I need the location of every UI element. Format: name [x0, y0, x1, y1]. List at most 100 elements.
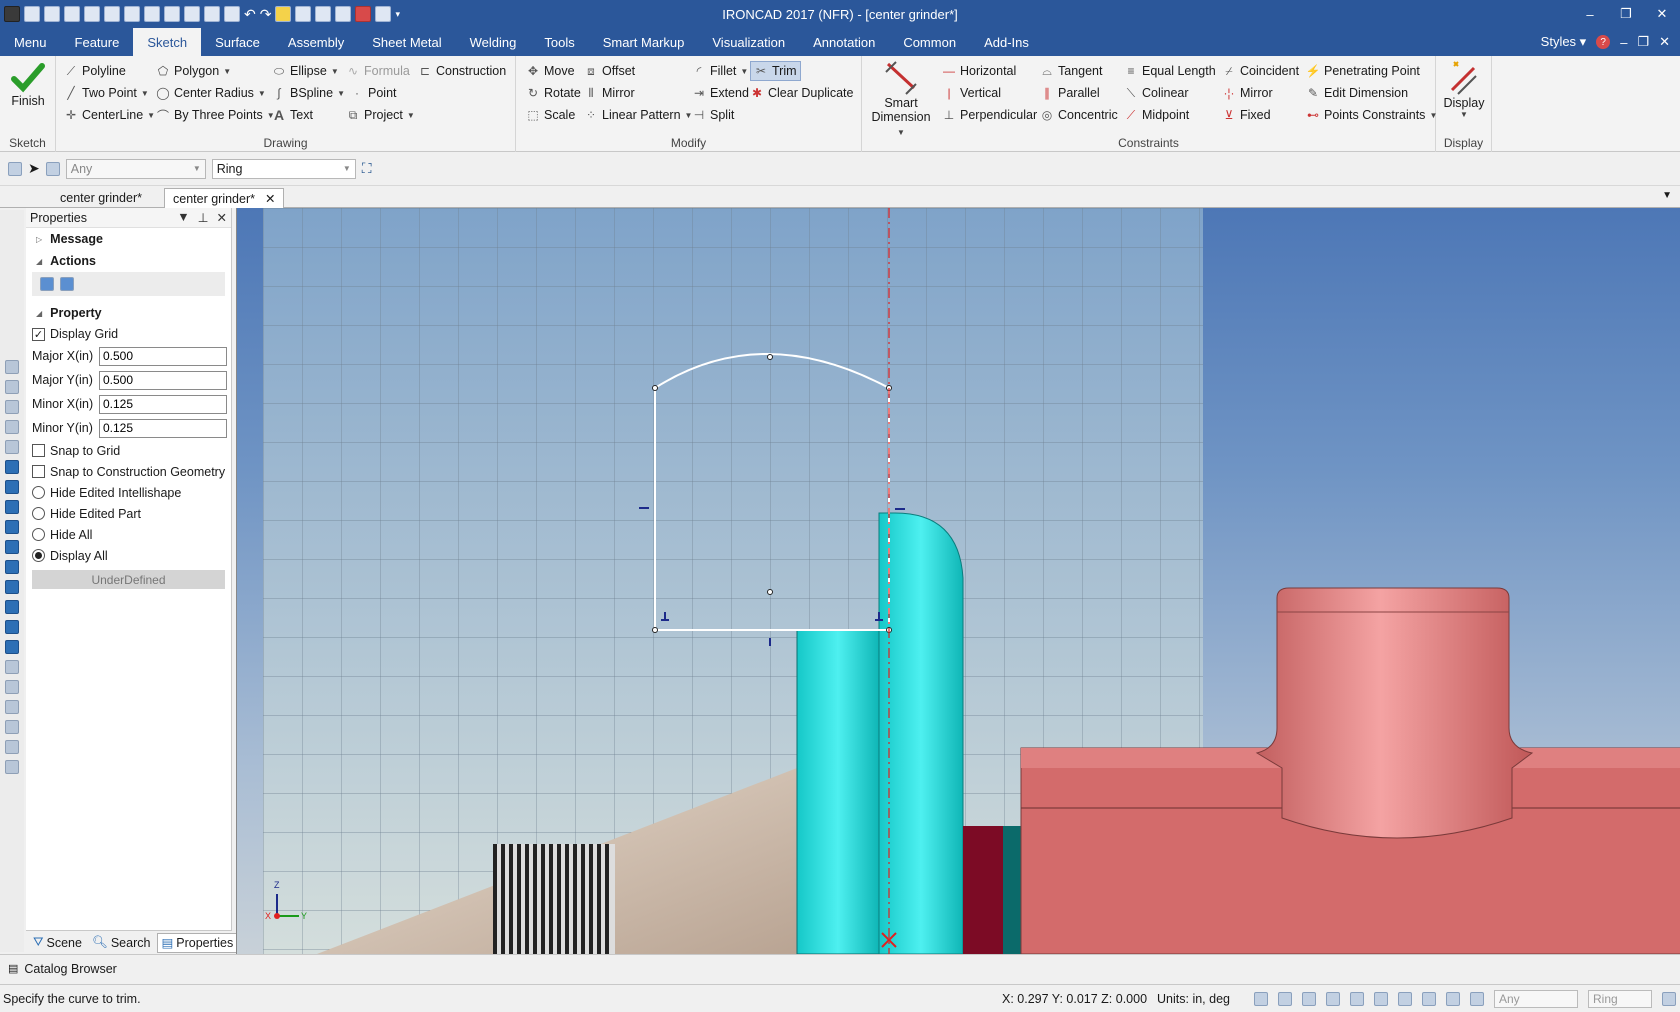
hierarchy-status-icon[interactable] [1662, 991, 1676, 1006]
tab-sketch[interactable]: Sketch [133, 28, 202, 56]
text-button[interactable]: A Text [272, 105, 313, 125]
point-button[interactable]: · Point [350, 83, 397, 103]
new-action-icon[interactable] [60, 277, 74, 291]
view-tool-icon[interactable] [5, 520, 19, 534]
polyline-button[interactable]: ⟋ Polyline [64, 61, 126, 81]
fixed-button[interactable]: ⊻ Fixed [1222, 105, 1271, 125]
help-icon[interactable] [355, 6, 372, 22]
window-icon[interactable] [335, 6, 352, 22]
cut-icon[interactable] [184, 6, 200, 22]
display-grid-checkbox[interactable]: ✓ [32, 327, 45, 341]
mirror-constraint-button[interactable]: ·¦· Mirror [1222, 83, 1272, 103]
catalog-icon[interactable] [104, 6, 120, 22]
tab-menu[interactable]: Menu [0, 28, 61, 56]
minor-y-input[interactable] [99, 418, 227, 438]
major-x-input[interactable] [99, 346, 227, 366]
doc-close-button[interactable]: ✕ [1659, 34, 1670, 50]
status-filter-combo[interactable]: Any [1494, 989, 1578, 1008]
display-style-icon[interactable] [1422, 991, 1436, 1006]
view-tool-icon[interactable] [5, 480, 19, 494]
major-y-input[interactable] [99, 370, 227, 390]
view-tool-icon[interactable] [5, 580, 19, 594]
doc-tab[interactable]: center grinder* [52, 188, 150, 208]
property-section[interactable]: ◢ Property [26, 302, 231, 324]
offset-button[interactable]: ⧈ Offset [584, 61, 635, 81]
hide-edited-intellishape-row[interactable]: Hide Edited Intellishape [26, 482, 231, 503]
scene-canvas[interactable] [237, 208, 1680, 954]
mirror-button[interactable]: ⫴ Mirror [584, 83, 634, 103]
finish-button[interactable]: Finish [8, 62, 48, 108]
undo-icon[interactable]: ↶ [244, 6, 256, 23]
view-tool-icon[interactable] [5, 680, 19, 694]
close-icon[interactable]: ✕ [265, 191, 275, 206]
two-point-button[interactable]: ╱ Two Point ▼ [64, 83, 148, 103]
view-tool-icon[interactable] [5, 600, 19, 614]
midpoint-button[interactable]: ⟋ Midpoint [1124, 105, 1189, 125]
close-doc-icon[interactable] [64, 6, 80, 22]
coincident-button[interactable]: ⌿ Coincident [1222, 61, 1299, 81]
tangent-button[interactable]: ⌓ Tangent [1040, 61, 1102, 81]
help-menu-icon[interactable]: ? [1596, 35, 1611, 49]
tab-common[interactable]: Common [889, 28, 970, 56]
parallel-button[interactable]: ∥ Parallel [1040, 83, 1100, 103]
tab-list-icon[interactable]: ▼ [1662, 190, 1672, 201]
display-all-radio[interactable] [32, 549, 45, 562]
tab-sheet-metal[interactable]: Sheet Metal [358, 28, 455, 56]
view-tool-icon[interactable] [5, 500, 19, 514]
zoom-icon[interactable] [1254, 991, 1268, 1006]
new-file-icon[interactable] [24, 6, 40, 22]
select-part-icon[interactable] [45, 161, 60, 176]
app-logo-icon[interactable] [4, 6, 20, 22]
view-tool-icon[interactable] [5, 460, 19, 474]
select-arrow-icon[interactable]: ➤ [28, 160, 40, 177]
restore-button[interactable]: ❐ [1608, 0, 1644, 28]
hide-all-row[interactable]: Hide All [26, 524, 231, 545]
catalog-browser-bar[interactable]: ▤ Catalog Browser [0, 954, 1680, 982]
save-as-icon[interactable] [164, 6, 180, 22]
display-grid-row[interactable]: ✓ Display Grid [26, 324, 231, 344]
message-section[interactable]: ▷ Message [26, 228, 231, 250]
rotate-button[interactable]: ↻ Rotate [526, 83, 581, 103]
section-icon[interactable] [1446, 991, 1460, 1006]
trim-button[interactable]: ✂ Trim [750, 61, 801, 81]
panel-menu-icon[interactable]: ▼ [177, 210, 189, 225]
hierarchy-icon[interactable]: ⛶ [362, 160, 372, 177]
layout-icon[interactable] [315, 6, 332, 22]
vertical-button[interactable]: | Vertical [942, 83, 1001, 103]
linear-pattern-button[interactable]: ⁘ Linear Pattern ▼ [584, 105, 692, 125]
tab-feature[interactable]: Feature [61, 28, 134, 56]
lighting-icon[interactable] [1374, 991, 1388, 1006]
view-tool-icon[interactable] [5, 720, 19, 734]
centerline-button[interactable]: ✛ CenterLine ▼ [64, 105, 155, 125]
clear-duplicate-button[interactable]: ✱ Clear Duplicate [750, 83, 854, 103]
formula-button[interactable]: ∿ Formula [346, 61, 410, 81]
close-all-icon[interactable] [84, 6, 100, 22]
view-tool-icon[interactable] [5, 380, 19, 394]
edit-dimension-button[interactable]: ✎ Edit Dimension [1306, 83, 1408, 103]
tab-welding[interactable]: Welding [456, 28, 531, 56]
scale-button[interactable]: ⬚ Scale [526, 105, 575, 125]
search-tab[interactable]: 🔍︎ Search [89, 933, 153, 953]
view-tool-icon[interactable] [5, 660, 19, 674]
view-tool-icon[interactable] [5, 620, 19, 634]
select-assembly-icon[interactable] [8, 161, 22, 176]
points-constraints-button[interactable]: ⊷ Points Constraints ▼ [1306, 105, 1437, 125]
construction-button[interactable]: ⊏ Construction [418, 61, 506, 81]
view-tool-icon[interactable] [5, 560, 19, 574]
project-button[interactable]: ⧉ Project ▼ [346, 105, 415, 125]
equal-length-button[interactable]: ≡ Equal Length [1124, 61, 1215, 81]
view-tool-icon[interactable] [5, 640, 19, 654]
tools-icon[interactable] [295, 6, 312, 22]
snap-to-grid-checkbox[interactable] [32, 444, 45, 457]
move-button[interactable]: ✥ Move [526, 61, 575, 81]
polygon-button[interactable]: ⬠ Polygon ▼ [156, 61, 231, 81]
colinear-button[interactable]: ⟍ Colinear [1124, 83, 1189, 103]
bspline-button[interactable]: ∫ BSpline ▼ [272, 83, 345, 103]
underdefined-button[interactable]: UnderDefined [32, 570, 225, 589]
pin-icon[interactable]: ⊥ [198, 210, 209, 225]
view-tool-icon[interactable] [5, 400, 19, 414]
snap-to-grid-row[interactable]: Snap to Grid [26, 440, 231, 461]
snap-to-construction-row[interactable]: Snap to Construction Geometry [26, 461, 231, 482]
hide-edited-part-radio[interactable] [32, 507, 45, 520]
new-drawing-icon[interactable] [44, 6, 60, 22]
